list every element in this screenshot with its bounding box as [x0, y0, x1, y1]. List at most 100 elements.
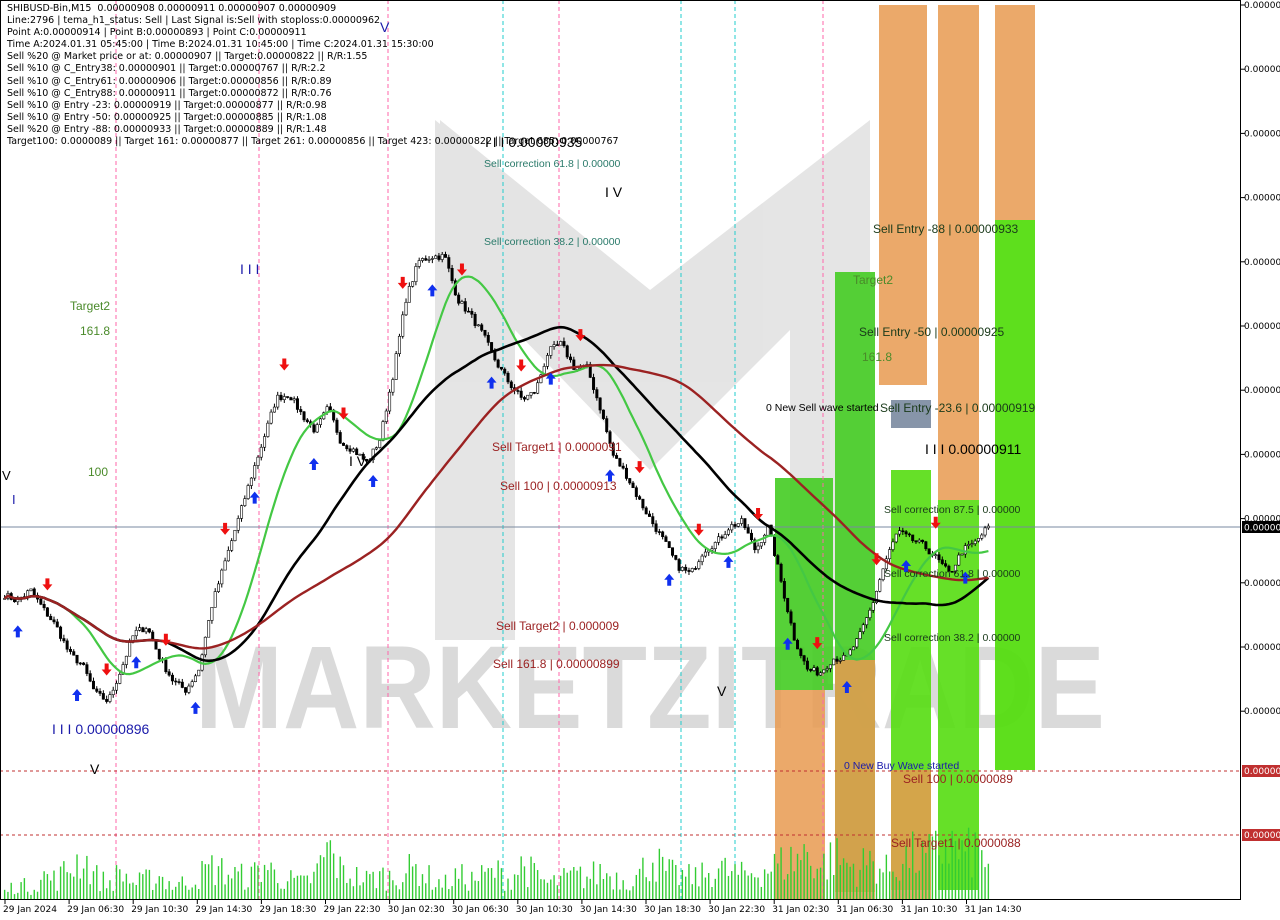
candle-body [335, 419, 339, 433]
y-tick-label: 0.00000 [1244, 386, 1280, 396]
candle-body [404, 301, 408, 316]
candle-body [388, 391, 392, 412]
y-tick-label: 0.00000 [1244, 258, 1280, 268]
candle-body [187, 685, 191, 693]
sell-1618-left: Sell 161.8 | 0.00000899 [493, 657, 620, 671]
info-line: Sell %10 @ C_Entry88: 0.00000911 || Targ… [7, 87, 332, 99]
x-tick-label: 30 Jan 18:30 [644, 905, 701, 915]
candle-body [447, 257, 451, 269]
y-tick-label: 0.00000 [1244, 707, 1280, 717]
candle-body [59, 626, 63, 639]
candle-body [128, 642, 132, 657]
candle-body [414, 266, 418, 283]
x-tick-label: 31 Jan 14:30 [965, 905, 1022, 915]
info-line: Target100: 0.0000089 || Target 161: 0.00… [7, 136, 619, 148]
candle-body [986, 525, 990, 529]
candle-body [812, 667, 816, 671]
wave-label-iv-top: I V [605, 184, 623, 200]
candle-body [216, 583, 220, 592]
candle-body [822, 669, 826, 674]
candle-body [934, 554, 938, 557]
candle-body [842, 655, 846, 661]
candle-body [529, 392, 533, 396]
candle-body [792, 622, 796, 641]
wave-label-iii-left: I I I [240, 261, 259, 277]
candle-body [249, 477, 253, 486]
candle-body [243, 498, 247, 506]
candle-body [184, 687, 188, 693]
candle-body [624, 467, 628, 479]
candle-body [68, 648, 72, 652]
candle-body [937, 554, 941, 561]
candle-body [75, 654, 79, 664]
candle-body [45, 607, 49, 617]
candle-body [424, 258, 428, 261]
x-tick-label: 31 Jan 06:30 [836, 905, 893, 915]
y-tick-label: 0.00000 [1244, 1, 1280, 11]
candle-body [312, 424, 316, 433]
candle-body [95, 688, 99, 692]
candle-body [851, 646, 855, 651]
candle-body [470, 310, 474, 315]
candle-body [888, 549, 892, 560]
wave-label-i-left: I [12, 492, 16, 507]
candle-body [789, 611, 793, 624]
fib-1618-right: 161.8 [862, 350, 892, 364]
candle-body [407, 286, 411, 303]
level-tag-label: 0.00000 [1244, 767, 1280, 777]
candle-body [595, 389, 599, 399]
candle-body [562, 341, 566, 347]
wave-label-iii-911: I I I 0.00000911 [925, 441, 1021, 457]
candle-body [970, 543, 974, 545]
candle-body [628, 478, 632, 484]
info-line: Line:2796 | tema_h1_status: Sell | Last … [7, 15, 381, 27]
candle-body [592, 377, 596, 390]
candle-body [473, 313, 477, 326]
candle-body [631, 482, 635, 489]
candle-body [858, 631, 862, 639]
current-price-tag: 0.00000909 [1242, 521, 1280, 534]
candle-body [680, 566, 684, 571]
candle-body [802, 655, 806, 662]
candle-body [690, 568, 694, 572]
candle-body [167, 671, 171, 676]
candle-body [654, 523, 658, 532]
candle-body [786, 597, 790, 613]
candle-body [861, 624, 865, 632]
zone-orange-3 [995, 5, 1035, 220]
candle-body [342, 442, 346, 446]
candle-body [207, 620, 211, 638]
candle-body [411, 281, 415, 287]
candle-body [378, 440, 382, 448]
candle-body [269, 411, 273, 424]
candle-body [855, 638, 859, 648]
sell-target1-right: Sell Target1 | 0.0000088 [891, 836, 1021, 850]
candle-body [832, 658, 836, 666]
candle-body [559, 341, 563, 346]
candle-body [55, 621, 59, 628]
candle-body [236, 518, 240, 531]
candle-body [865, 617, 869, 626]
candle-body [644, 507, 648, 515]
x-tick-label: 29 Jan 06:30 [67, 905, 124, 915]
candle-body [292, 398, 296, 401]
candle-body [740, 518, 744, 524]
y-axis: 0.00000 0.00000 0.00000 0.00000 0.00000 0.000… [1241, 1, 1280, 717]
sell-100-left: Sell 100 | 0.00000913 [500, 479, 617, 493]
x-tick-label: 29 Jan 14:30 [195, 905, 252, 915]
candle-body [924, 541, 928, 550]
candle-body [286, 396, 290, 398]
candle-body [697, 561, 701, 569]
candle-body [657, 531, 661, 533]
candle-body [115, 683, 119, 691]
candle-body [526, 394, 530, 400]
candle-body [299, 409, 303, 413]
candle-body [723, 534, 727, 539]
candle-body [101, 693, 105, 700]
candle-body [65, 640, 69, 650]
info-line: Sell %20 @ Market price or at: 0.0000090… [7, 51, 368, 63]
current-price-label: 0.00000909 [1244, 524, 1280, 534]
candle-body [444, 254, 448, 258]
candle-body [111, 689, 115, 695]
candle-body [32, 588, 36, 596]
